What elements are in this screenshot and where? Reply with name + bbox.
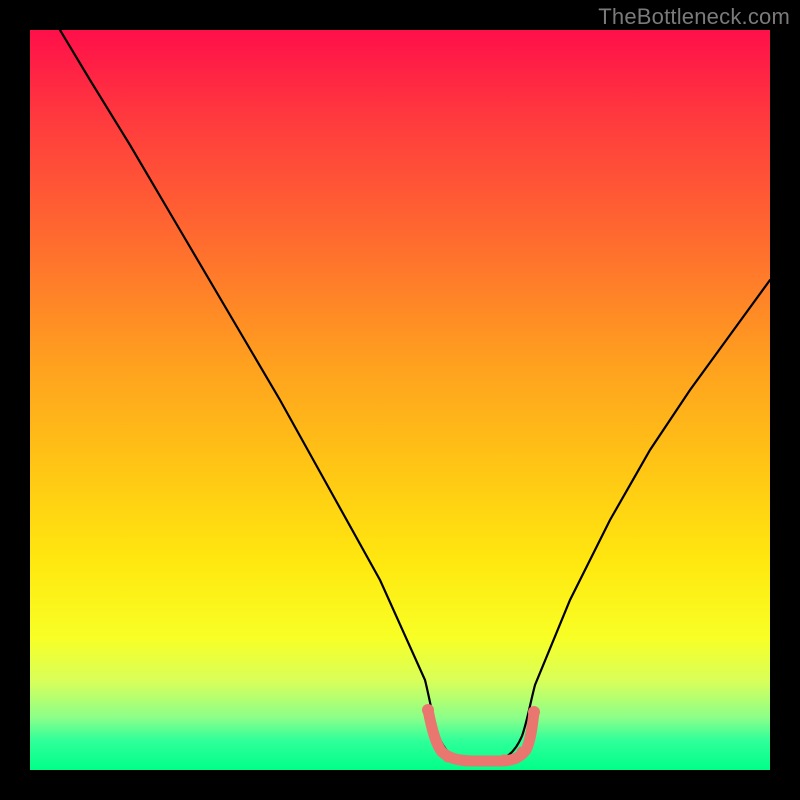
chart-frame: TheBottleneck.com xyxy=(0,0,800,800)
marker-dot-mid3 xyxy=(480,756,491,767)
marker-dot-mid1 xyxy=(443,752,454,763)
marker-dot-mid5 xyxy=(517,747,528,758)
marker-dot-left xyxy=(422,704,434,716)
marker-dot-right xyxy=(528,706,540,718)
bottleneck-curve xyxy=(60,30,770,760)
curve-layer xyxy=(30,30,770,770)
watermark-text: TheBottleneck.com xyxy=(598,4,790,30)
marker-dot-mid2 xyxy=(461,756,472,767)
plot-area xyxy=(30,30,770,770)
marker-dot-mid4 xyxy=(499,755,510,766)
